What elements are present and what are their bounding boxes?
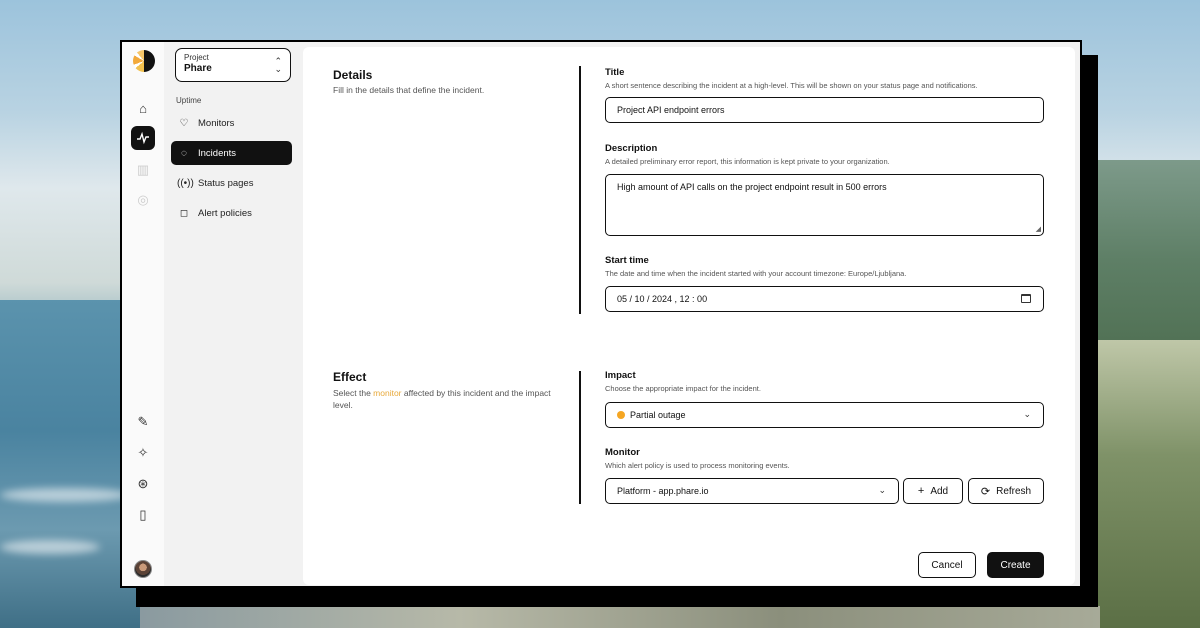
title-input[interactable]: Project API endpoint errors <box>605 97 1044 123</box>
refresh-icon: ⟳ <box>980 485 991 498</box>
sidebar-item-label: Monitors <box>198 117 235 129</box>
title-label: Title <box>605 67 625 78</box>
sidebar-item-monitors[interactable]: ♡ Monitors <box>171 111 292 135</box>
home-icon[interactable]: ⌂ <box>131 96 155 120</box>
monitor-label: Monitor <box>605 447 640 458</box>
title-value: Project API endpoint errors <box>617 105 725 115</box>
sidebar: Project Phare ⌃ ⌄ Uptime ♡ Monitors ◌ Inc… <box>164 42 302 586</box>
monitor-help: Which alert policy is used to process mo… <box>605 461 790 470</box>
start-time-label: Start time <box>605 255 649 266</box>
app-window: ⌂ ▥ ◎ ✎ ✧ ⊛ ▯ Project Phare ⌃ ⌄ Uptime ♡ … <box>120 40 1082 588</box>
logo-icon <box>133 50 155 72</box>
heart-pulse-icon: ♡ <box>179 117 189 129</box>
chart-icon[interactable]: ▥ <box>131 158 155 182</box>
divider <box>579 66 581 314</box>
monitor-value: Platform - app.phare.io <box>617 486 709 496</box>
create-button[interactable]: Create <box>987 552 1044 578</box>
sidebar-item-label: Status pages <box>198 177 254 189</box>
activity-icon[interactable] <box>131 126 155 150</box>
sidebar-item-incidents[interactable]: ◌ Incidents <box>171 141 292 165</box>
monitor-link[interactable]: monitor <box>373 388 401 398</box>
chevron-down-icon: ⌄ <box>1023 409 1031 419</box>
avatar[interactable] <box>134 560 152 578</box>
sidebar-item-alert-policies[interactable]: ◻ Alert policies <box>171 201 292 225</box>
title-help: A short sentence describing the incident… <box>605 81 978 90</box>
project-label: Project <box>184 53 209 62</box>
background-surf <box>0 540 100 554</box>
project-selector[interactable]: Project Phare ⌃ ⌄ <box>175 48 291 82</box>
description-help: A detailed preliminary error report, thi… <box>605 157 890 166</box>
icon-rail: ⌂ ▥ ◎ ✎ ✧ ⊛ ▯ <box>122 42 164 586</box>
status-dot-icon <box>617 411 625 419</box>
plus-icon: + <box>917 485 925 497</box>
project-name: Phare <box>184 63 212 74</box>
bell-icon: ◻ <box>179 207 189 219</box>
calendar-icon[interactable] <box>1021 294 1031 303</box>
broadcast-icon: ((•)) <box>177 177 194 189</box>
description-textarea[interactable]: High amount of API calls on the project … <box>605 174 1044 236</box>
sidebar-item-status-pages[interactable]: ((•)) Status pages <box>171 171 292 195</box>
sidebar-section-label: Uptime <box>176 96 202 105</box>
start-time-help: The date and time when the incident star… <box>605 269 907 278</box>
impact-label: Impact <box>605 370 636 381</box>
effect-description: Select the monitor affected by this inci… <box>333 388 551 410</box>
details-description: Fill in the details that define the inci… <box>333 85 485 95</box>
background-surf <box>0 488 130 502</box>
impact-value: Partial outage <box>630 410 686 420</box>
fingerprint-icon[interactable]: ◎ <box>131 188 155 212</box>
cancel-button[interactable]: Cancel <box>918 552 976 578</box>
impact-select[interactable]: Partial outage ⌄ <box>605 402 1044 428</box>
details-title: Details <box>333 68 373 82</box>
main-panel: Details Fill in the details that define … <box>303 47 1075 585</box>
effect-title: Effect <box>333 370 367 384</box>
sparkles-icon[interactable]: ✧ <box>131 441 155 465</box>
sidebar-item-label: Incidents <box>198 147 237 159</box>
start-time-input[interactable]: 05 / 10 / 2024 , 12 : 00 <box>605 286 1044 312</box>
monitor-select[interactable]: Platform - app.phare.io ⌄ <box>605 478 899 504</box>
resize-handle-icon[interactable]: ◢ <box>1036 225 1041 233</box>
book-icon[interactable]: ▯ <box>131 503 155 527</box>
sidebar-item-label: Alert policies <box>198 207 252 219</box>
divider <box>579 371 581 504</box>
start-time-value: 05 / 10 / 2024 , 12 : 00 <box>617 294 708 304</box>
flame-icon: ◌ <box>181 147 187 159</box>
help-circle-icon[interactable]: ⊛ <box>131 472 155 496</box>
background-sea <box>0 300 140 628</box>
chevron-updown-icon: ⌃ ⌄ <box>274 56 282 74</box>
impact-help: Choose the appropriate impact for the in… <box>605 384 761 393</box>
description-value: High amount of API calls on the project … <box>617 182 887 192</box>
megaphone-icon[interactable]: ✎ <box>131 410 155 434</box>
refresh-button[interactable]: ⟳ Refresh <box>968 478 1044 504</box>
add-button[interactable]: + Add <box>903 478 963 504</box>
description-label: Description <box>605 143 658 154</box>
background-shore <box>140 606 1100 628</box>
chevron-down-icon: ⌄ <box>878 485 886 495</box>
